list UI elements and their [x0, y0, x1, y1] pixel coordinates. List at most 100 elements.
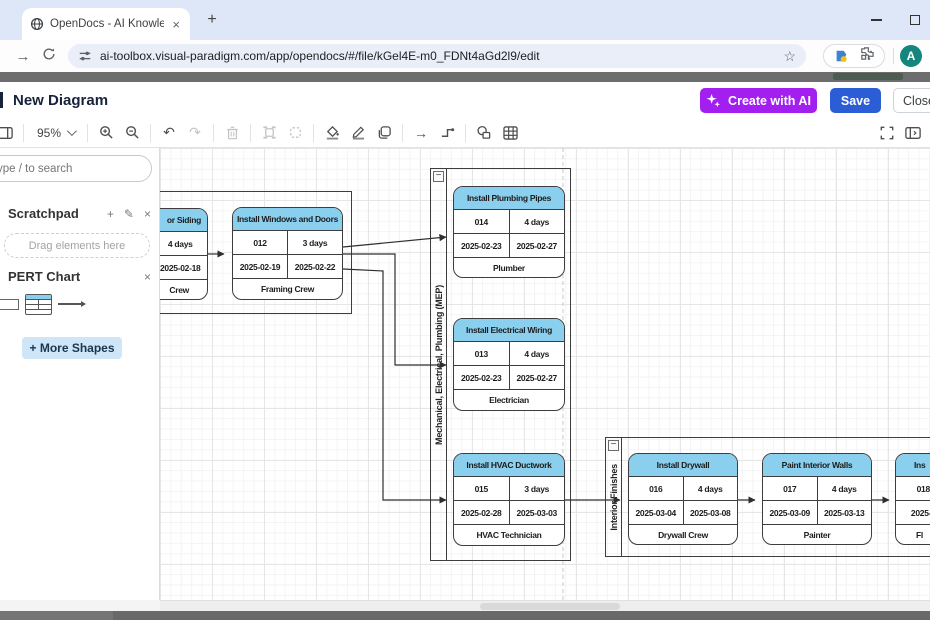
url-text[interactable]: ai-toolbox.visual-paradigm.com/app/opend… [100, 49, 783, 63]
tab-close-icon[interactable]: × [170, 17, 182, 32]
close-button[interactable]: Close [893, 88, 930, 113]
copy-icon[interactable] [256, 122, 282, 144]
extensions-pill[interactable] [823, 44, 885, 68]
pert-node-start: 2025-02-23 [454, 234, 510, 257]
lane-interior-label-strip: Interior Finishes [606, 438, 622, 556]
pert-node-plumbing[interactable]: Install Plumbing Pipes 014 4 days 2025-0… [453, 186, 565, 278]
pert-node-title: Install Plumbing Pipes [454, 187, 564, 210]
pert-node-paint[interactable]: Paint Interior Walls 017 4 days 2025-03-… [762, 453, 872, 545]
lane-mep-label-strip: Mechanical, Electrical, Plumbing (MEP) [431, 169, 447, 560]
delete-icon[interactable] [219, 122, 245, 144]
save-button[interactable]: Save [830, 88, 881, 113]
sidebar-footer [0, 600, 160, 611]
pert-node-siding[interactable]: or Siding 4 days 2025-02-18 Crew [160, 208, 208, 300]
diagram-canvas[interactable]: Mechanical, Electrical, Plumbing (MEP) −… [160, 148, 930, 600]
lane-interior-label: Interior Finishes [609, 464, 619, 531]
paste-icon[interactable] [282, 122, 308, 144]
page-bottom-segment [0, 611, 113, 620]
pert-node-drywall[interactable]: Install Drywall 016 4 days 2025-03-04 20… [628, 453, 738, 545]
table-icon[interactable] [497, 122, 523, 144]
create-with-ai-button[interactable]: Create with AI [700, 88, 817, 113]
browser-nav-bar: → ai-toolbox.visual-paradigm.com/app/ope… [0, 40, 930, 72]
tab-title: OpenDocs - AI Knowledge Base [50, 18, 164, 30]
window-maximize-button[interactable] [910, 15, 920, 25]
pert-node-duration: 4 days [818, 477, 872, 500]
pert-chart-close-icon[interactable]: × [144, 270, 151, 284]
arrow-shape-tool[interactable] [58, 303, 84, 305]
straight-connector-icon[interactable]: → [408, 122, 434, 144]
site-settings-icon[interactable] [78, 49, 92, 63]
extension-icon[interactable] [834, 49, 848, 63]
pert-node-shape-tool[interactable] [25, 294, 52, 315]
pert-node-start: 2025-02-19 [233, 255, 288, 278]
line-color-icon[interactable] [345, 122, 371, 144]
pert-node-duration: 4 days [160, 232, 207, 255]
forward-icon[interactable]: → [10, 48, 36, 65]
url-bar[interactable]: ai-toolbox.visual-paradigm.com/app/opend… [68, 44, 806, 68]
reload-icon[interactable] [36, 47, 62, 65]
divider [23, 124, 24, 142]
window-minimize-button[interactable] [871, 19, 882, 20]
more-shapes-button[interactable]: + More Shapes [22, 337, 122, 359]
browser-tab-bar: OpenDocs - AI Knowledge Base × + [0, 0, 930, 40]
globe-favicon-icon [30, 17, 44, 31]
horizontal-scrollbar[interactable] [160, 600, 930, 611]
redo-icon[interactable]: ↷ [182, 122, 208, 144]
pert-node-electrical[interactable]: Install Electrical Wiring 013 4 days 202… [453, 318, 565, 411]
toggle-panel-icon[interactable] [900, 122, 926, 144]
pert-node-title: Install HVAC Ductwork [454, 454, 564, 477]
zoom-in-icon[interactable] [93, 122, 119, 144]
pert-node-flooring[interactable]: Ins 018 2025-0 Fl [895, 453, 930, 545]
lane-mep-collapse-button[interactable]: − [433, 171, 444, 182]
horizontal-scrollbar-thumb[interactable] [480, 603, 620, 610]
puzzle-extensions-icon[interactable] [859, 46, 874, 66]
new-tab-button[interactable]: + [200, 11, 224, 29]
zoom-level-value: 95% [37, 126, 61, 140]
pert-node-end: 2025-02-22 [288, 255, 342, 278]
fullscreen-icon[interactable] [874, 122, 900, 144]
sparkle-icon [706, 93, 721, 108]
browser-tab[interactable]: OpenDocs - AI Knowledge Base × [22, 8, 190, 40]
scratchpad-dropzone[interactable]: Drag elements here [4, 233, 150, 258]
pert-node-resource: Fl [896, 525, 930, 544]
rectangle-shape-tool[interactable] [0, 299, 19, 310]
search-input[interactable] [0, 155, 152, 182]
pert-node-hvac[interactable]: Install HVAC Ductwork 015 3 days 2025-02… [453, 453, 565, 546]
pert-node-duration: 4 days [510, 210, 565, 233]
undo-icon[interactable]: ↶ [156, 122, 182, 144]
pert-node-duration: 4 days [510, 342, 565, 365]
pert-node-title: or Siding [160, 209, 207, 232]
pert-node-duration: 3 days [510, 477, 565, 500]
toggle-sidebar-icon[interactable] [0, 122, 18, 144]
divider [150, 124, 151, 142]
fill-color-icon[interactable] [319, 122, 345, 144]
pert-node-windows[interactable]: Install Windows and Doors 012 3 days 202… [232, 207, 343, 300]
pert-node-resource: Crew [160, 280, 207, 299]
create-with-ai-label: Create with AI [728, 94, 811, 108]
scratchpad-edit-icon[interactable]: ✎ [124, 207, 134, 221]
divider [87, 124, 88, 142]
pert-node-duration: 4 days [684, 477, 738, 500]
profile-avatar[interactable]: A [900, 45, 922, 67]
zoom-out-icon[interactable] [119, 122, 145, 144]
copy-style-icon[interactable] [371, 122, 397, 144]
editor-toolbar: 95% ↶ ↷ → [0, 118, 930, 148]
pert-node-duration: 3 days [288, 231, 342, 254]
pert-node-id: 016 [629, 477, 684, 500]
pert-node-start: 2025-03-04 [629, 501, 684, 524]
scratchpad-add-icon[interactable]: + [107, 207, 114, 221]
pert-node-start: 2025-02-23 [454, 366, 510, 389]
scratchpad-title: Scratchpad [8, 206, 79, 221]
shapes-icon[interactable] [471, 122, 497, 144]
zoom-level-select[interactable]: 95% [29, 126, 82, 140]
pert-node-end: 2025-02-27 [510, 234, 565, 257]
pert-node-start: 2025-02-18 [160, 256, 207, 279]
elbow-connector-icon[interactable] [434, 122, 460, 144]
divider [213, 124, 214, 142]
app-header: New Diagram Create with AI Save Close [0, 82, 930, 118]
scratchpad-close-icon[interactable]: × [144, 207, 151, 221]
pert-node-end: 2025-02-27 [510, 366, 565, 389]
lane-interior-collapse-button[interactable]: − [608, 440, 619, 451]
lane-mep-label: Mechanical, Electrical, Plumbing (MEP) [434, 285, 444, 445]
bookmark-star-icon[interactable]: ☆ [783, 48, 796, 65]
